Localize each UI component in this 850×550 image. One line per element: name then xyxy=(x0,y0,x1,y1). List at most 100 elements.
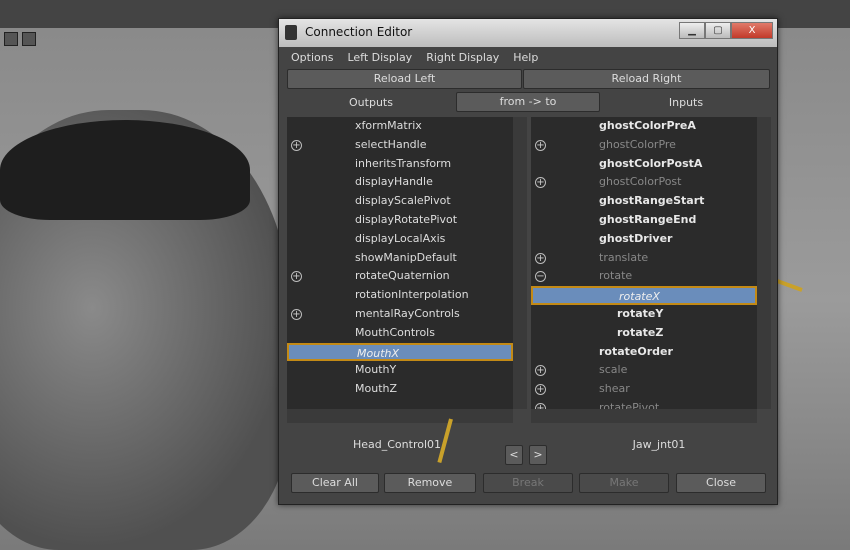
outputs-vertical-scrollbar[interactable] xyxy=(513,117,527,409)
expand-icon[interactable]: + xyxy=(291,139,302,151)
collapse-icon[interactable]: − xyxy=(535,271,546,283)
expand-icon[interactable]: + xyxy=(291,271,302,283)
list-item-label: MouthY xyxy=(355,363,397,377)
list-item-label: MouthX xyxy=(357,346,400,360)
list-item[interactable]: displayScalePivot xyxy=(287,192,513,211)
list-item[interactable]: inheritsTransform xyxy=(287,155,513,174)
expand-icon[interactable]: + xyxy=(535,252,546,264)
menu-help[interactable]: Help xyxy=(513,51,538,64)
app-icon xyxy=(285,25,297,40)
list-item-label: rotateX xyxy=(619,290,660,304)
title-bar[interactable]: Connection Editor ▁ ▢ X xyxy=(279,19,777,47)
minimize-button[interactable]: ▁ xyxy=(679,22,705,39)
list-item[interactable]: MouthY xyxy=(287,361,513,380)
list-item-label: MouthControls xyxy=(355,325,435,339)
reload-left-button[interactable]: Reload Left xyxy=(287,69,522,89)
menu-left-display[interactable]: Left Display xyxy=(347,51,412,64)
list-item[interactable]: ghostColorPostA xyxy=(531,155,757,174)
list-item[interactable]: rotationInterpolation xyxy=(287,286,513,305)
list-item-label: ghostColorPost xyxy=(599,175,682,189)
list-item-label: displayHandle xyxy=(355,175,433,189)
list-item-label: MouthZ xyxy=(355,382,398,396)
inputs-list[interactable]: ghostColorPreA + ghostColorPre ghostColorPo… xyxy=(531,117,757,409)
list-item-label: xformMatrix xyxy=(355,119,422,132)
clear-all-button[interactable]: Clear All xyxy=(291,473,379,493)
list-item[interactable]: + scale xyxy=(531,361,757,380)
list-item-label: translate xyxy=(599,250,649,264)
window-title: Connection Editor xyxy=(305,25,413,39)
list-item[interactable]: displayHandle xyxy=(287,173,513,192)
connection-editor-window: Connection Editor ▁ ▢ X Options Left Disp… xyxy=(278,18,778,505)
list-item[interactable]: + ghostColorPost xyxy=(531,173,757,192)
right-node-name: Jaw_jnt01 xyxy=(632,438,686,451)
list-item[interactable]: rotateY xyxy=(531,305,757,324)
list-item-label: rotate xyxy=(599,269,633,283)
list-item[interactable]: + selectHandle xyxy=(287,136,513,155)
next-button[interactable]: > xyxy=(529,445,547,465)
list-item[interactable]: MouthZ xyxy=(287,380,513,399)
list-item-label: ghostDriver xyxy=(599,231,673,245)
expand-icon[interactable]: + xyxy=(535,365,546,377)
outputs-list[interactable]: xformMatrix + selectHandle inheritsTransfor… xyxy=(287,117,513,409)
close-button[interactable]: Close xyxy=(676,473,766,493)
viewport-share-icon[interactable] xyxy=(22,32,36,46)
character-hair xyxy=(0,120,250,220)
expand-icon[interactable]: + xyxy=(291,308,302,320)
list-item[interactable]: ghostDriver xyxy=(531,230,757,249)
close-window-button[interactable]: X xyxy=(731,22,773,39)
list-item[interactable]: + rotateQuaternion xyxy=(287,267,513,286)
list-item[interactable]: − rotate xyxy=(531,267,757,286)
list-item[interactable]: + shear xyxy=(531,380,757,399)
list-item-label: rotateY xyxy=(617,306,664,320)
prev-button[interactable]: < xyxy=(505,445,523,465)
left-node-name: Head_Control01 xyxy=(352,438,442,451)
list-item-label: rotationInterpolation xyxy=(355,288,469,302)
list-item[interactable]: displayRotatePivot xyxy=(287,211,513,230)
list-item-label: displayRotatePivot xyxy=(355,212,458,226)
list-item-label: rotatePivot xyxy=(599,400,660,409)
list-item-label: rotateOrder xyxy=(599,344,673,358)
list-item[interactable]: ghostColorPreA xyxy=(531,117,757,136)
list-item-label: ghostRangeEnd xyxy=(599,212,697,226)
make-button[interactable]: Make xyxy=(579,473,669,493)
list-item-label: rotateZ xyxy=(617,325,664,339)
direction-button[interactable]: from -> to xyxy=(456,92,600,112)
list-item-label: ghostRangeStart xyxy=(599,194,705,208)
reload-right-button[interactable]: Reload Right xyxy=(523,69,770,89)
list-item[interactable]: + mentalRayControls xyxy=(287,305,513,324)
inputs-vertical-scrollbar[interactable] xyxy=(757,117,771,409)
break-button[interactable]: Break xyxy=(483,473,573,493)
list-item[interactable]: + rotatePivot xyxy=(531,399,757,409)
list-item[interactable]: + ghostColorPre xyxy=(531,136,757,155)
list-item[interactable]: displayLocalAxis xyxy=(287,230,513,249)
list-item-label: ghostColorPostA xyxy=(599,156,703,170)
menu-right-display[interactable]: Right Display xyxy=(426,51,499,64)
list-item-label: ghostColorPreA xyxy=(599,119,696,132)
list-item-label: mentalRayControls xyxy=(355,306,460,320)
list-item[interactable]: rotateZ xyxy=(531,324,757,343)
list-item[interactable]: MouthX xyxy=(287,342,513,362)
list-item[interactable]: ghostRangeEnd xyxy=(531,211,757,230)
list-item-label: displayScalePivot xyxy=(355,194,451,208)
list-item[interactable]: rotateX xyxy=(531,286,757,305)
outputs-label: Outputs xyxy=(349,96,393,109)
inputs-horizontal-scrollbar[interactable] xyxy=(531,409,757,423)
list-item-label: selectHandle xyxy=(355,137,427,151)
list-item[interactable]: ghostRangeStart xyxy=(531,192,757,211)
list-item-label: rotateQuaternion xyxy=(355,269,450,283)
expand-icon[interactable]: + xyxy=(535,177,546,189)
list-item[interactable]: MouthControls xyxy=(287,324,513,343)
viewport-layout-icon[interactable] xyxy=(4,32,18,46)
remove-button[interactable]: Remove xyxy=(384,473,476,493)
list-item[interactable]: showManipDefault xyxy=(287,249,513,268)
list-item-label: ghostColorPre xyxy=(599,137,676,151)
maximize-button[interactable]: ▢ xyxy=(705,22,731,39)
list-item[interactable]: rotateOrder xyxy=(531,343,757,362)
expand-icon[interactable]: + xyxy=(535,139,546,151)
outputs-horizontal-scrollbar[interactable] xyxy=(287,409,513,423)
expand-icon[interactable]: + xyxy=(535,384,546,396)
list-item[interactable]: xformMatrix xyxy=(287,117,513,136)
list-item[interactable]: + translate xyxy=(531,249,757,268)
list-item-label: showManipDefault xyxy=(355,250,457,264)
menu-options[interactable]: Options xyxy=(291,51,333,64)
